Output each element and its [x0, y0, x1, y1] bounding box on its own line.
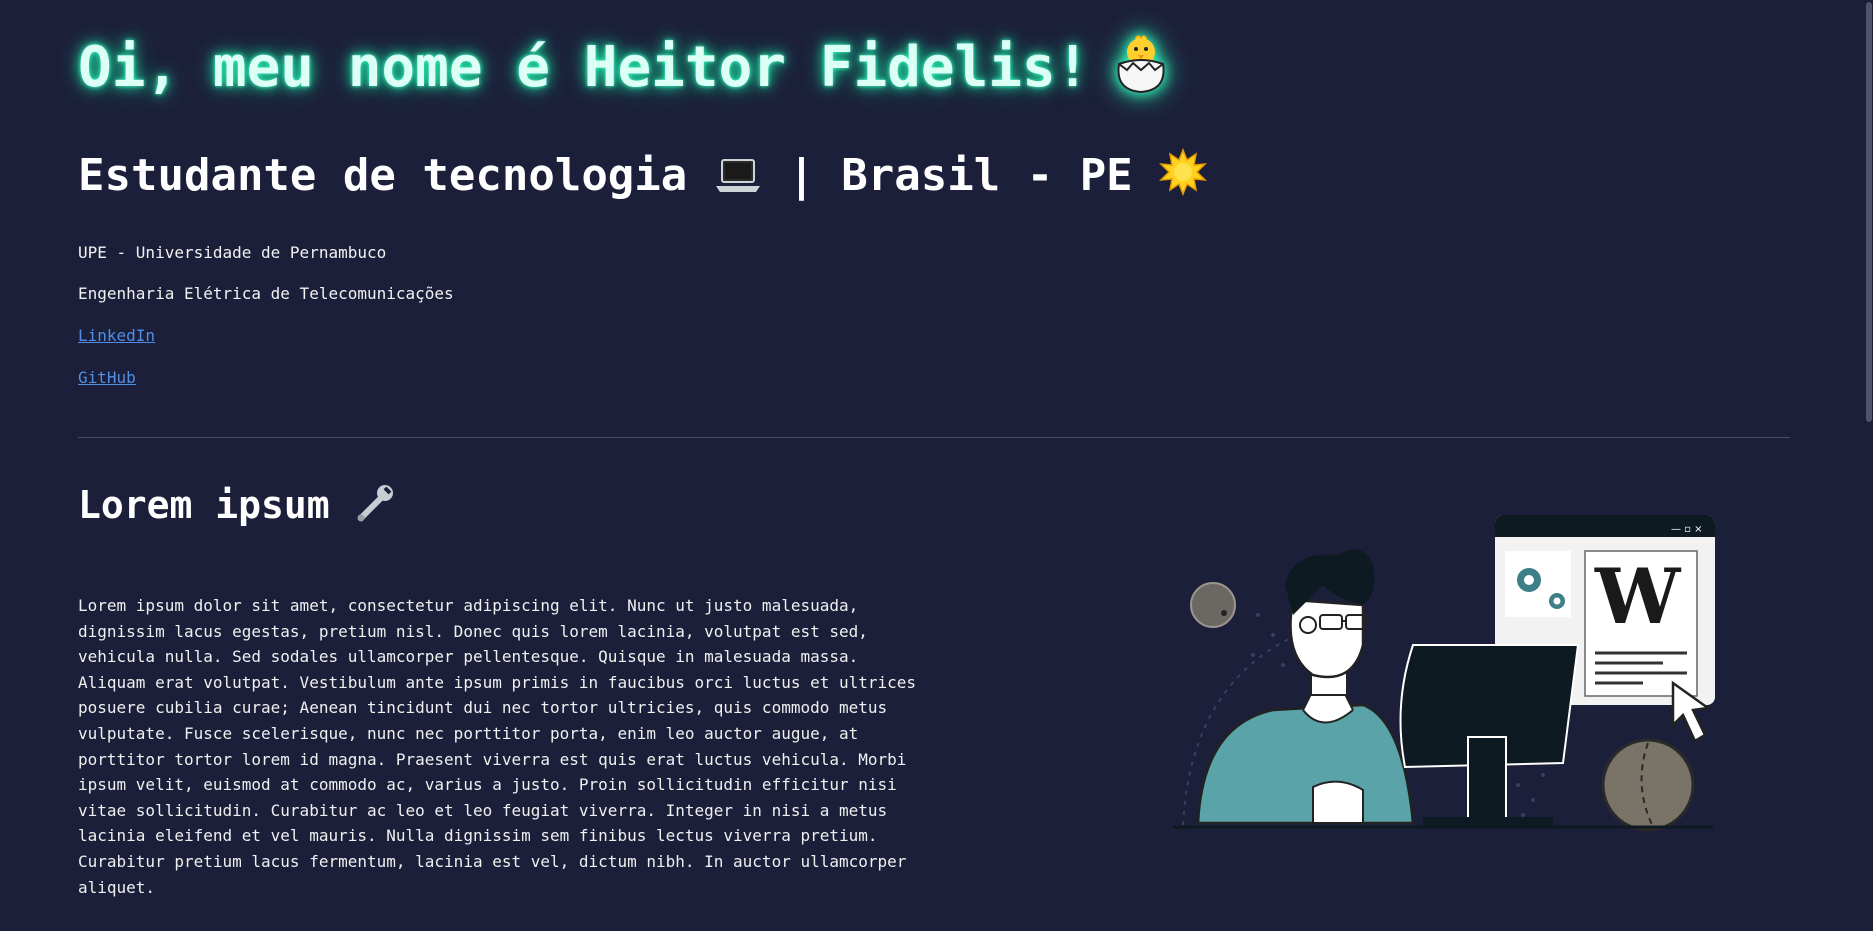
subtitle-separator: |: [788, 150, 815, 201]
university-text: UPE - Universidade de Pernambuco: [78, 243, 387, 262]
section-title-text: Lorem ipsum: [78, 483, 330, 527]
wiki-letter: W: [1594, 552, 1682, 641]
developer-illustration: — ▫ × W: [1163, 505, 1723, 835]
laptop-icon: [714, 156, 762, 207]
linkedin-link[interactable]: LinkedIn: [78, 326, 155, 345]
github-link[interactable]: GitHub: [78, 368, 136, 387]
scrollbar-thumb[interactable]: [1866, 2, 1872, 422]
page-scrollbar[interactable]: [1865, 0, 1873, 931]
hero-title: Oi, meu nome é Heitor Fidelis!: [78, 30, 1169, 100]
course-text: Engenharia Elétrica de Telecomunicações: [78, 284, 454, 303]
sun-icon: [1159, 147, 1208, 207]
wrench-icon: [353, 480, 397, 533]
section-divider: [78, 437, 1790, 438]
hatching-chick-icon: [1113, 30, 1169, 96]
subtitle: Estudante de tecnologia | Brasil - PE: [78, 147, 1208, 207]
section-title: Lorem ipsum: [78, 480, 397, 533]
subtitle-location: Brasil - PE: [841, 150, 1133, 201]
window-controls-text: — ▫ ×: [1671, 524, 1703, 535]
subtitle-role: Estudante de tecnologia: [78, 150, 688, 201]
lorem-paragraph: Lorem ipsum dolor sit amet, consectetur …: [78, 596, 917, 897]
hero-title-text: Oi, meu nome é Heitor Fidelis!: [78, 35, 1090, 100]
